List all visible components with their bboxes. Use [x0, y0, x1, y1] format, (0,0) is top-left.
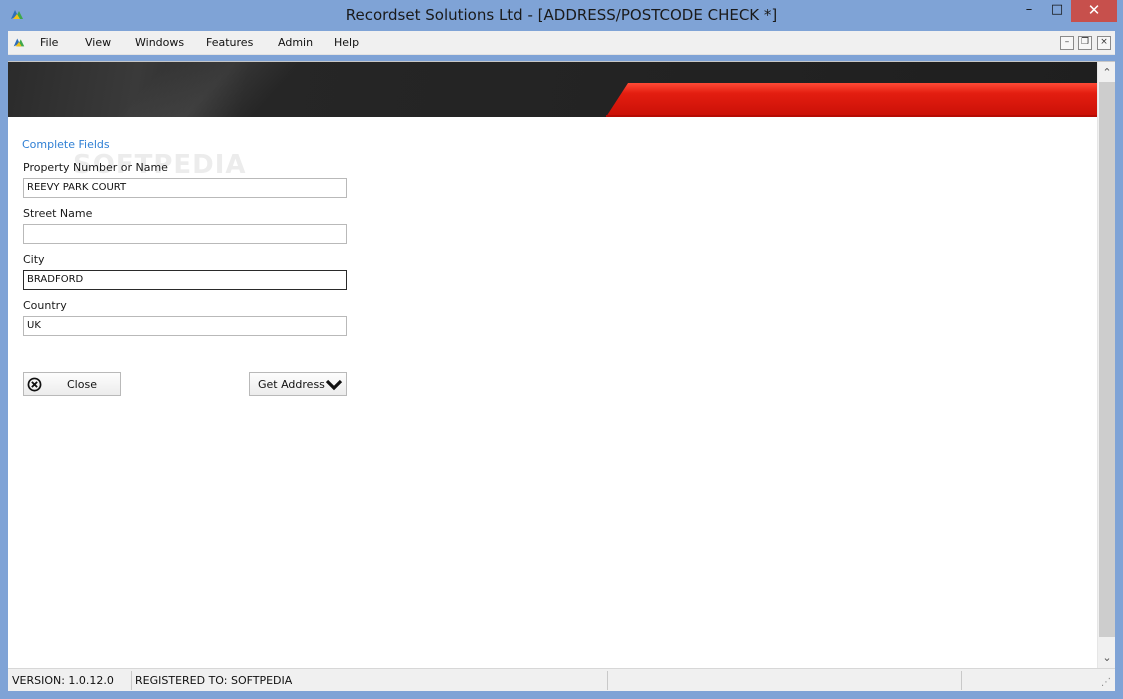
form-heading: Complete Fields	[22, 138, 110, 151]
status-separator	[131, 671, 132, 690]
scrollbar-thumb[interactable]	[1099, 82, 1115, 637]
resize-grip-icon[interactable]: ⋰	[1101, 677, 1111, 688]
mdi-close-button[interactable]: ×	[1097, 36, 1111, 50]
menu-view[interactable]: View	[85, 36, 111, 49]
circle-x-icon	[27, 377, 42, 392]
mdi-child-icon[interactable]	[12, 35, 26, 49]
status-separator	[961, 671, 962, 690]
close-button[interactable]: Close	[23, 372, 121, 396]
city-label: City	[23, 253, 45, 266]
banner-red-line	[606, 115, 1097, 117]
scroll-up-icon[interactable]: ⌃	[1098, 64, 1116, 82]
banner-red-stripe	[606, 83, 1097, 117]
menu-file[interactable]: File	[40, 36, 58, 49]
street-input[interactable]	[23, 224, 347, 244]
status-registered: REGISTERED TO: SOFTPEDIA	[135, 674, 293, 687]
mdi-minimize-button[interactable]: –	[1060, 36, 1074, 50]
banner-sheen	[13, 62, 383, 117]
property-label: Property Number or Name	[23, 161, 168, 174]
street-label: Street Name	[23, 207, 93, 220]
vertical-scrollbar[interactable]: ⌃ ⌄	[1097, 62, 1115, 669]
minimize-button[interactable]: –	[1016, 0, 1042, 22]
menu-bar: File View Windows Features Admin Help – …	[8, 31, 1115, 55]
application-window: Recordset Solutions Ltd - [ADDRESS/POSTC…	[0, 0, 1123, 699]
header-banner	[8, 62, 1097, 117]
menu-admin[interactable]: Admin	[278, 36, 313, 49]
status-separator	[607, 671, 608, 690]
menu-windows[interactable]: Windows	[135, 36, 184, 49]
mdi-restore-button[interactable]: ❐	[1078, 36, 1092, 50]
property-input[interactable]: REEVY PARK COURT	[23, 178, 347, 198]
window-title: Recordset Solutions Ltd - [ADDRESS/POSTC…	[345, 6, 778, 24]
status-bar: VERSION: 1.0.12.0 REGISTERED TO: SOFTPED…	[8, 668, 1115, 691]
scroll-down-icon[interactable]: ⌄	[1098, 649, 1116, 667]
status-version: VERSION: 1.0.12.0	[12, 674, 114, 687]
title-bar[interactable]: Recordset Solutions Ltd - [ADDRESS/POSTC…	[0, 0, 1123, 31]
get-address-label: Get Address	[258, 378, 325, 391]
menu-help[interactable]: Help	[334, 36, 359, 49]
menu-features[interactable]: Features	[206, 36, 253, 49]
close-button-label: Close	[67, 378, 97, 391]
city-input[interactable]: BRADFORD	[23, 270, 347, 290]
close-window-button[interactable]: ✕	[1071, 0, 1117, 22]
chevron-down-icon	[325, 379, 343, 391]
get-address-button[interactable]: Get Address	[249, 372, 347, 396]
country-input[interactable]: UK	[23, 316, 347, 336]
country-label: Country	[23, 299, 67, 312]
child-window-client: SOFTPEDIA Complete Fields Property Numbe…	[8, 61, 1115, 669]
maximize-button[interactable]: □	[1044, 0, 1070, 22]
